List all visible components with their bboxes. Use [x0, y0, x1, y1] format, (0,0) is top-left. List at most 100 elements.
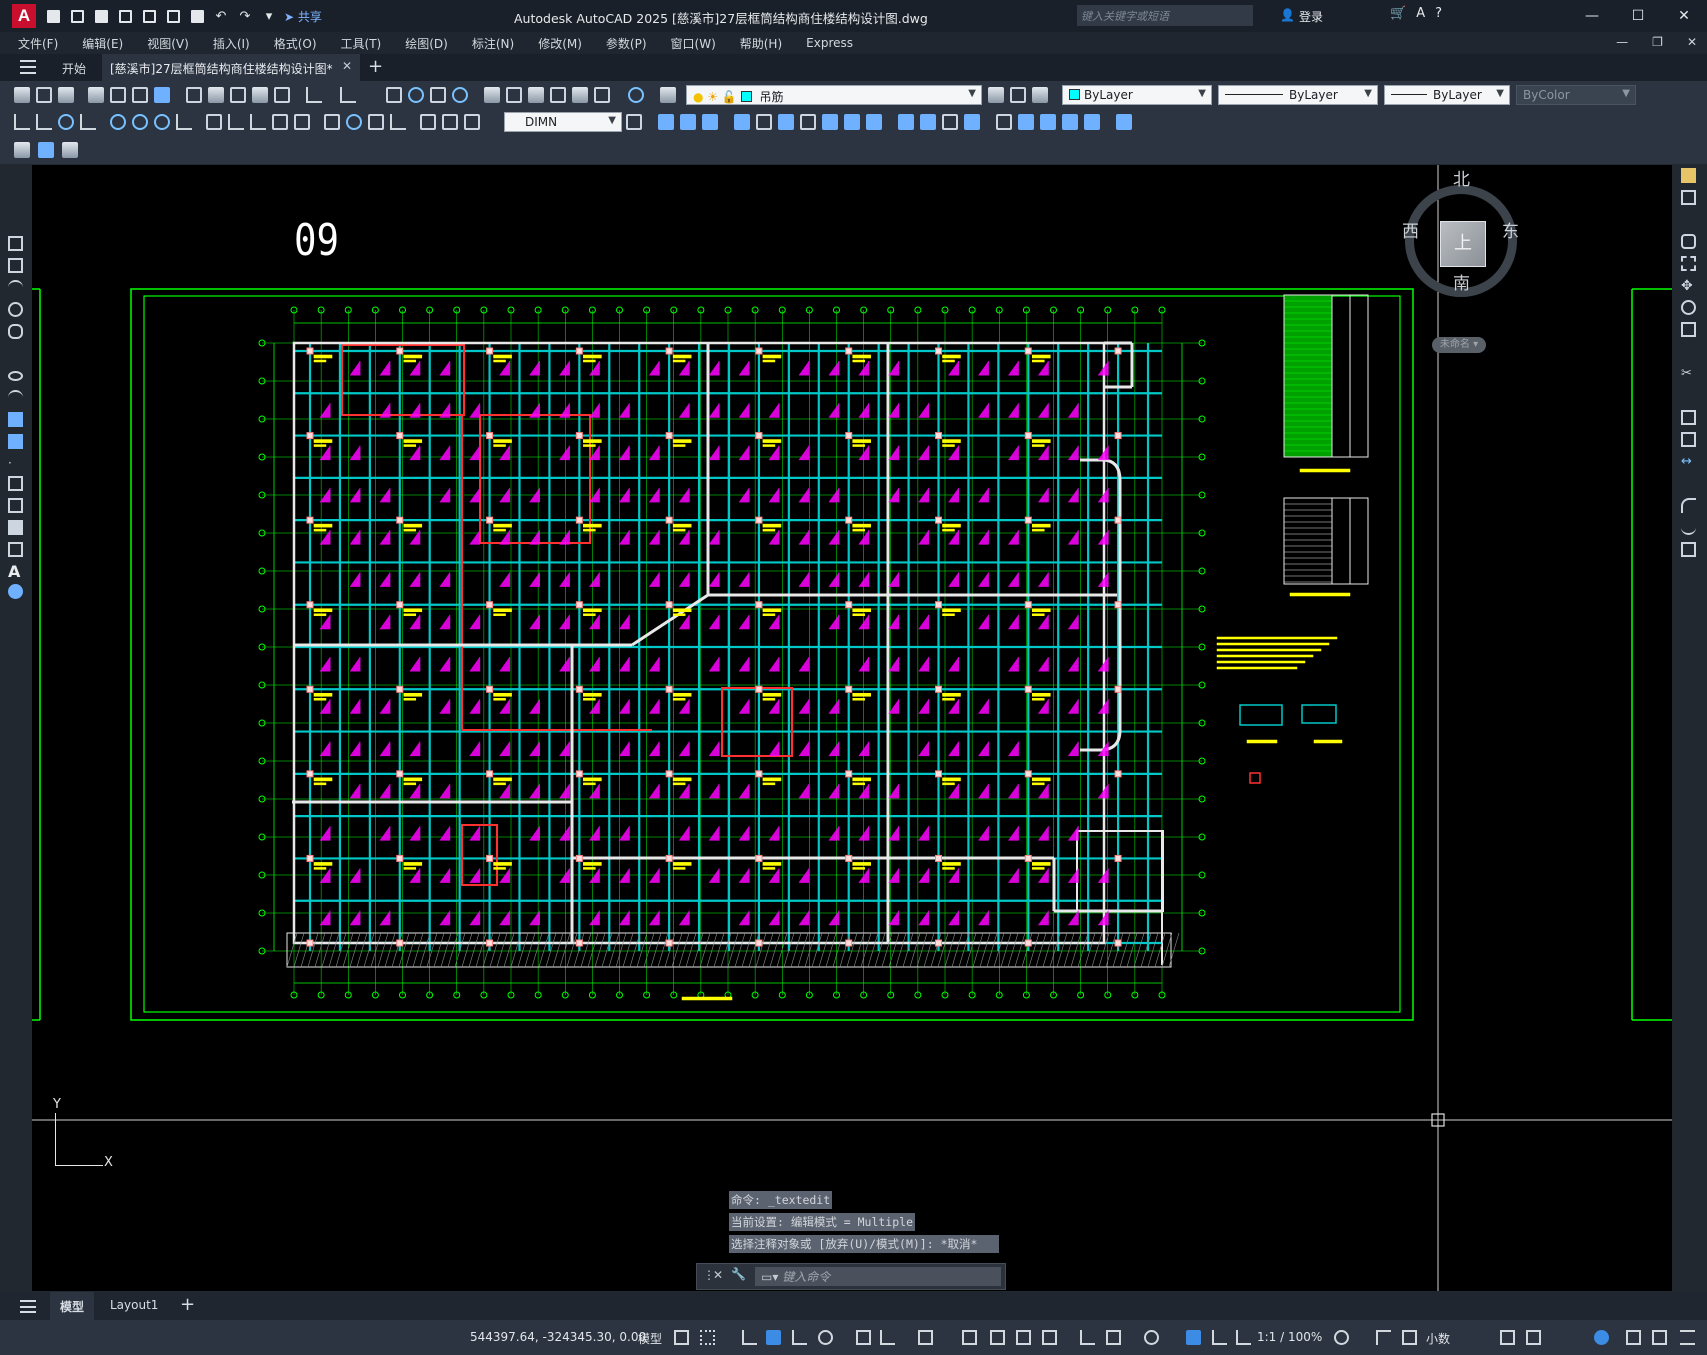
viewcube[interactable]: 上 北 南 东 西	[1384, 165, 1524, 335]
match-properties-icon[interactable]	[252, 87, 268, 103]
close-command-icon[interactable]: ✕	[713, 1268, 723, 1282]
save-file-icon[interactable]	[58, 87, 74, 103]
inspection-icon[interactable]	[368, 114, 384, 130]
compass-south[interactable]: 南	[1453, 269, 1470, 294]
model-space-canvas[interactable]: 09 上 北 南 东 西 未命名 ▾ Y X	[32, 165, 1672, 1291]
selection-cycling-icon[interactable]	[1016, 1330, 1031, 1345]
make-current-layer-icon[interactable]	[988, 87, 1004, 103]
menu-file[interactable]: 文件(F)	[18, 35, 58, 52]
arc-icon[interactable]	[8, 280, 23, 295]
dim-update-icon[interactable]	[464, 114, 480, 130]
extend-icon[interactable]	[1681, 388, 1696, 403]
ordinate-dim-icon[interactable]	[80, 114, 96, 130]
publish-icon[interactable]	[132, 87, 148, 103]
qnew-icon[interactable]	[14, 87, 30, 103]
explode-icon[interactable]	[1681, 542, 1696, 557]
array-icon[interactable]	[1681, 256, 1696, 271]
move-faces-icon[interactable]	[964, 114, 980, 130]
command-prompt-icon[interactable]: ▭▾	[761, 1270, 778, 1284]
continue-dim-icon[interactable]	[250, 114, 266, 130]
menu-view[interactable]: 视图(V)	[147, 35, 189, 52]
object-snap-icon[interactable]	[918, 1330, 933, 1345]
annotation-visibility-icon[interactable]	[1186, 1330, 1201, 1345]
dimstyle-manager-icon[interactable]	[626, 114, 642, 130]
spell-check-icon[interactable]	[38, 142, 54, 158]
3d-print-icon[interactable]	[154, 87, 170, 103]
selection-filter-icon[interactable]	[1106, 1330, 1121, 1345]
menu-modify[interactable]: 修改(M)	[538, 35, 582, 52]
help-icon[interactable]: ?	[1435, 6, 1442, 21]
open-icon[interactable]	[68, 7, 86, 25]
delete-faces-icon[interactable]	[1018, 114, 1034, 130]
gizmo-icon[interactable]	[1144, 1330, 1159, 1345]
find-replace-icon[interactable]	[62, 142, 78, 158]
save-as-icon[interactable]	[116, 7, 134, 25]
polygon-icon[interactable]	[8, 236, 23, 251]
circle-icon[interactable]	[8, 302, 23, 317]
maximize-icon[interactable]: ☐	[1615, 0, 1661, 32]
linear-dim-icon[interactable]	[14, 114, 30, 130]
erase-icon[interactable]	[1681, 168, 1696, 183]
redo-tb-icon[interactable]	[340, 87, 356, 103]
plot-icon[interactable]	[188, 7, 206, 25]
menu-format[interactable]: 格式(O)	[274, 35, 317, 52]
revision-cloud-icon[interactable]	[8, 324, 23, 339]
rotate-icon[interactable]	[1681, 300, 1696, 315]
transparency-icon[interactable]	[990, 1330, 1005, 1345]
units-dropdown[interactable]: 小数	[1426, 1330, 1450, 1347]
3d-align-icon[interactable]	[702, 114, 718, 130]
tab-document[interactable]: [慈溪市]27层框筒结构商住楼结构设计图* ✕	[102, 54, 360, 82]
ellipse-arc-icon[interactable]	[8, 390, 23, 405]
layer-states-icon[interactable]	[1032, 87, 1048, 103]
menu-express[interactable]: Express	[806, 36, 853, 50]
graphics-performance-icon[interactable]	[1626, 1330, 1641, 1345]
copy-object-icon[interactable]	[1681, 190, 1696, 205]
arc-length-icon[interactable]	[58, 114, 74, 130]
polar-tracking-icon[interactable]	[818, 1330, 833, 1345]
dim-break-icon[interactable]	[294, 114, 310, 130]
pan-icon[interactable]	[386, 87, 402, 103]
diameter-dim-icon[interactable]	[154, 114, 170, 130]
menu-tools[interactable]: 工具(T)	[341, 35, 382, 52]
quick-properties-icon[interactable]	[1500, 1330, 1515, 1345]
zoom-window-icon[interactable]	[430, 87, 446, 103]
jogged-linear-icon[interactable]	[390, 114, 406, 130]
3d-array-icon[interactable]	[756, 114, 772, 130]
web-open-icon[interactable]	[140, 7, 158, 25]
interfere-icon[interactable]	[778, 114, 794, 130]
point-icon[interactable]: ·	[8, 456, 23, 471]
help-search-input[interactable]: 键入关键字或短语	[1077, 5, 1253, 26]
cut-icon[interactable]	[186, 87, 202, 103]
sheet-set-icon[interactable]	[550, 87, 566, 103]
copy-icon[interactable]	[208, 87, 224, 103]
extract-edges-icon[interactable]	[898, 114, 914, 130]
customization-menu-icon[interactable]	[1680, 1330, 1695, 1345]
fillet-icon[interactable]	[1681, 498, 1696, 513]
app-logo[interactable]: A	[12, 4, 36, 28]
zoom-previous-icon[interactable]	[452, 87, 468, 103]
region-icon[interactable]	[8, 520, 23, 535]
lineweight-dropdown[interactable]: ByLayer ▼	[1384, 85, 1510, 105]
spline-icon[interactable]	[8, 346, 23, 361]
break-point-icon[interactable]	[1681, 410, 1696, 425]
dynamic-ucs-icon[interactable]	[1080, 1330, 1095, 1345]
undo-tb-icon[interactable]	[306, 87, 322, 103]
make-block-icon[interactable]	[8, 434, 23, 449]
slice-icon[interactable]	[800, 114, 816, 130]
menu-icon[interactable]	[20, 60, 36, 74]
autodesk-app-icon[interactable]: A	[1416, 6, 1425, 21]
scale-icon[interactable]	[1681, 322, 1696, 337]
gradient-icon[interactable]	[8, 498, 23, 513]
annotation-scale-dropdown[interactable]: 1:1 / 100%	[1257, 1330, 1322, 1344]
polyline-icon[interactable]	[8, 214, 23, 229]
plot-printer-icon[interactable]	[88, 87, 104, 103]
construction-line-icon[interactable]	[8, 192, 23, 207]
rotate-faces-icon[interactable]	[1040, 114, 1056, 130]
snap-icon[interactable]	[700, 1330, 715, 1345]
extrude-faces-icon[interactable]	[942, 114, 958, 130]
infer-constraints-icon[interactable]	[742, 1330, 757, 1345]
layer-previous-icon[interactable]	[1010, 87, 1026, 103]
menu-help[interactable]: 帮助(H)	[740, 35, 782, 52]
dynamic-input-icon[interactable]	[766, 1330, 781, 1345]
dim-text-edit-icon[interactable]	[442, 114, 458, 130]
